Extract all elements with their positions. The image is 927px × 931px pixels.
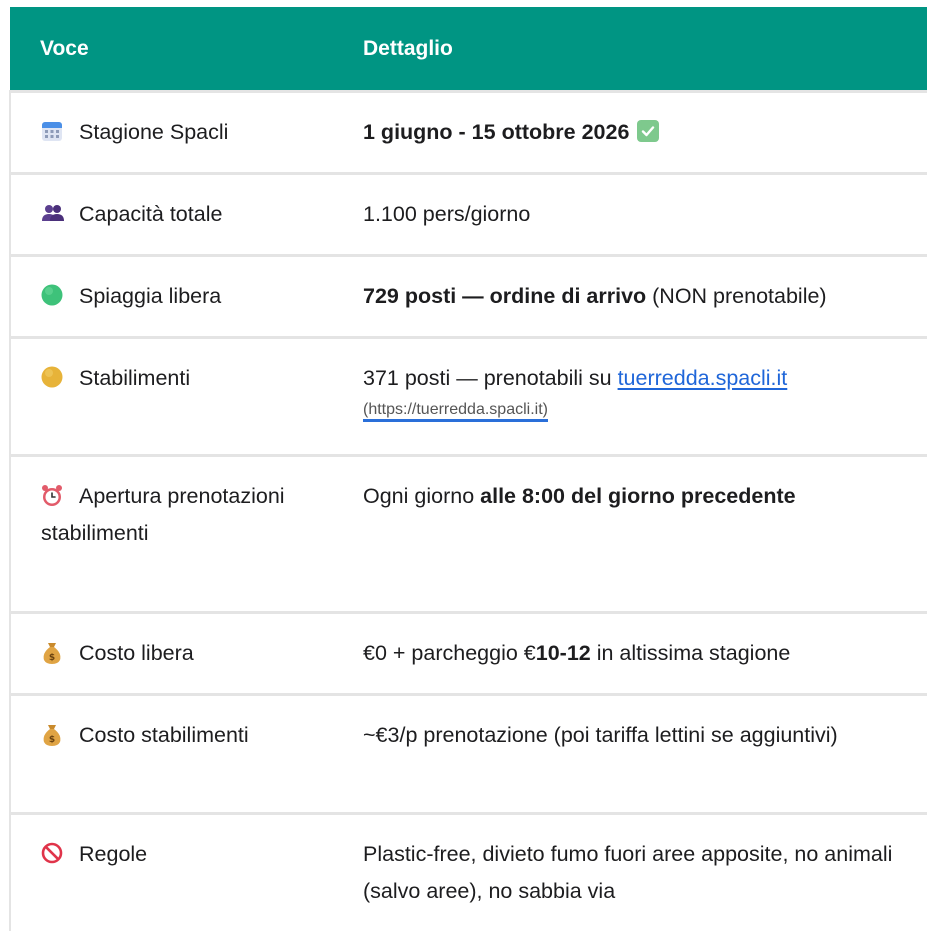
info-table-container: Voce Dettaglio Stagione Spacli (9, 7, 927, 931)
table-row: $ Costo libera €0 + parcheggio €10-12 in… (10, 613, 927, 695)
calendar-icon (41, 120, 67, 142)
row-label-cell: $ Costo stabilimenti (10, 695, 335, 814)
resort-seats: 371 posti — prenotabili su (363, 366, 618, 390)
resort-cost: ~€3/p prenotazione (poi tariffa lettini … (363, 723, 838, 747)
row-label-cell: Stabilimenti (10, 338, 335, 456)
table-row: Apertura prenotazioni stabilimenti Ogni … (10, 456, 927, 613)
row-label: Costo libera (79, 641, 194, 665)
row-label-cell: Capacità totale (10, 174, 335, 256)
money-bag-icon: $ (41, 723, 67, 745)
table-row: Regole Plastic-free, divieto fumo fuori … (10, 814, 927, 931)
row-label: Spiaggia libera (79, 284, 221, 308)
row-label-cell: Regole (10, 814, 335, 931)
row-label: Stabilimenti (79, 366, 190, 390)
booking-link-url-text[interactable]: (https://tuerredda.spacli.it) (363, 401, 548, 422)
header-voce: Voce (10, 7, 335, 92)
table-row: Spiaggia libera 729 posti — ordine di ar… (10, 256, 927, 338)
capacity-value: 1.100 pers/giorno (363, 202, 530, 226)
row-detail-cell: ~€3/p prenotazione (poi tariffa lettini … (335, 695, 927, 814)
money-bag-icon: $ (41, 641, 67, 663)
table-row: Capacità totale 1.100 pers/giorno (10, 174, 927, 256)
booking-link[interactable]: tuerredda.spacli.it (618, 366, 788, 390)
row-label-cell: Apertura prenotazioni stabilimenti (10, 456, 335, 613)
svg-text:$: $ (49, 735, 55, 745)
people-icon (41, 202, 67, 224)
alarm-clock-icon (41, 484, 67, 506)
cost-free-prefix: €0 + parcheggio € (363, 641, 536, 665)
prohibited-icon (41, 842, 67, 864)
info-table: Voce Dettaglio Stagione Spacli (9, 7, 927, 931)
row-label: Apertura prenotazioni stabilimenti (41, 484, 285, 545)
row-label-cell: Spiaggia libera (10, 256, 335, 338)
yellow-circle-icon (41, 366, 67, 388)
booking-link-url[interactable]: (https://tuerredda.spacli.it) (363, 400, 927, 420)
row-label: Capacità totale (79, 202, 222, 226)
table-row: Stagione Spacli 1 giugno - 15 ottobre 20… (10, 92, 927, 174)
table-row: $ Costo stabilimenti ~€3/p prenotazione … (10, 695, 927, 814)
row-label-cell: $ Costo libera (10, 613, 335, 695)
row-detail-cell: 371 posti — prenotabili su tuerredda.spa… (335, 338, 927, 456)
row-label: Regole (79, 842, 147, 866)
row-detail-cell: 1 giugno - 15 ottobre 2026 (335, 92, 927, 174)
opening-time: alle 8:00 del giorno precedente (480, 484, 795, 508)
header-dettaglio: Dettaglio (335, 7, 927, 92)
free-beach-note: (NON prenotabile) (646, 284, 826, 308)
table-header-row: Voce Dettaglio (10, 7, 927, 92)
green-circle-icon (41, 284, 67, 306)
parking-cost: 10-12 (536, 641, 591, 665)
check-mark-icon (637, 120, 659, 142)
row-label-cell: Stagione Spacli (10, 92, 335, 174)
cost-free-suffix: in altissima stagione (591, 641, 791, 665)
row-detail-cell: 1.100 pers/giorno (335, 174, 927, 256)
free-beach-seats: 729 posti — ordine di arrivo (363, 284, 646, 308)
row-detail-cell: 729 posti — ordine di arrivo (NON prenot… (335, 256, 927, 338)
table-row: Stabilimenti 371 posti — prenotabili su … (10, 338, 927, 456)
opening-prefix: Ogni giorno (363, 484, 480, 508)
row-label: Costo stabilimenti (79, 723, 249, 747)
svg-text:$: $ (49, 653, 55, 663)
season-dates: 1 giugno - 15 ottobre 2026 (363, 120, 629, 144)
row-detail-cell: €0 + parcheggio €10-12 in altissima stag… (335, 613, 927, 695)
row-detail-cell: Plastic-free, divieto fumo fuori aree ap… (335, 814, 927, 931)
row-detail-cell: Ogni giorno alle 8:00 del giorno precede… (335, 456, 927, 613)
row-label: Stagione Spacli (79, 120, 228, 144)
rules-text: Plastic-free, divieto fumo fuori aree ap… (363, 842, 892, 903)
